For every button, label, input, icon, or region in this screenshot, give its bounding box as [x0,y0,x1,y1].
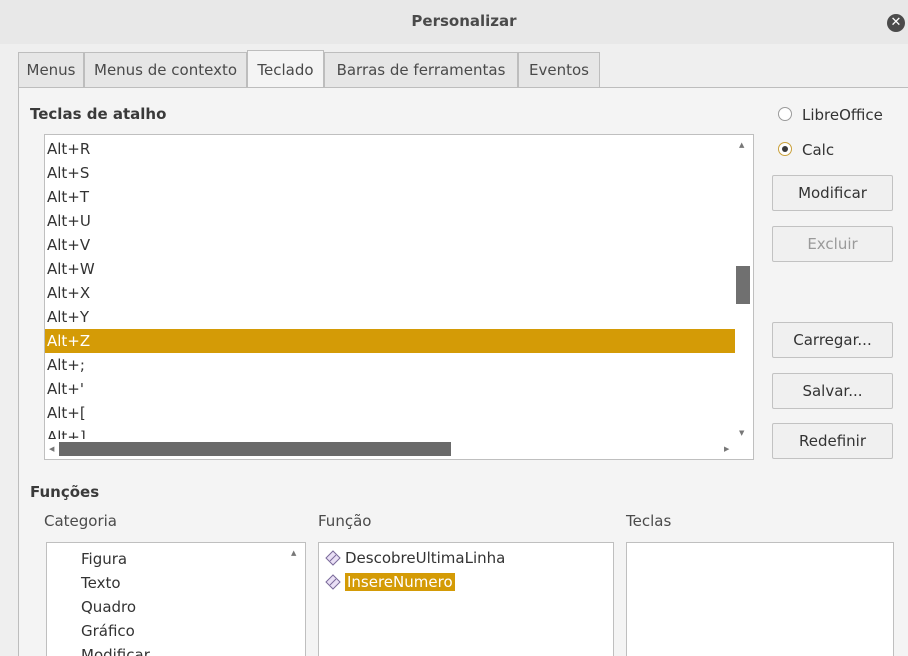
category-label: Categoria [44,512,118,530]
list-item[interactable]: Alt+; [45,353,737,377]
radio-label: LibreOffice [802,106,883,124]
title-bar: Personalizar ✕ [0,0,908,44]
category-list-vscrollbar[interactable]: ▲ [287,543,303,656]
category-list[interactable]: Figura Texto Quadro Gráfico Modificar ▲ [46,542,306,656]
function-name: InsereNumero [345,573,455,591]
scroll-thumb[interactable] [736,266,750,304]
list-item[interactable]: Alt+Y [45,305,737,329]
function-label: Função [318,512,372,530]
delete-button[interactable]: Excluir [772,226,893,262]
modify-button[interactable]: Modificar [772,175,893,211]
list-item[interactable]: DescobreUltimaLinha [323,546,505,570]
list-item-selected[interactable]: Alt+Z [45,329,735,353]
list-item[interactable]: Alt+U [45,209,737,233]
tab-menus[interactable]: Menus [18,52,84,87]
shortcut-list-vscrollbar[interactable]: ▲ ▼ [735,135,751,441]
shortcut-keys-title: Teclas de atalho [30,105,167,123]
list-item-selected[interactable]: InsereNumero [323,570,455,594]
list-item[interactable]: Alt+V [45,233,737,257]
window-title: Personalizar [411,12,517,30]
scroll-left-icon[interactable]: ◀ [49,445,54,453]
shortcut-list[interactable]: Alt+R Alt+S Alt+T Alt+U Alt+V Alt+W Alt+… [44,134,754,460]
scroll-up-icon[interactable]: ▲ [739,141,744,149]
list-item[interactable]: Texto [79,571,121,595]
scroll-down-icon[interactable]: ▼ [739,429,744,437]
list-item[interactable]: Alt+X [45,281,737,305]
scroll-right-icon[interactable]: ▶ [724,445,729,453]
list-item[interactable]: Alt+[ [45,401,737,425]
list-item[interactable]: Alt+S [45,161,737,185]
keys-list[interactable] [626,542,894,656]
tab-events[interactable]: Eventos [518,52,600,87]
tab-context-menus[interactable]: Menus de contexto [84,52,247,87]
macro-icon [325,550,341,566]
function-name: DescobreUltimaLinha [345,549,506,567]
macro-icon [325,574,341,590]
functions-title: Funções [30,483,100,501]
list-item[interactable]: Alt+' [45,377,737,401]
reset-button[interactable]: Redefinir [772,423,893,459]
scroll-up-icon[interactable]: ▲ [291,549,296,557]
list-item[interactable]: Modificar [79,643,150,656]
list-item[interactable]: Alt+W [45,257,737,281]
list-item[interactable]: Quadro [79,595,136,619]
list-item[interactable]: Alt+T [45,185,737,209]
list-item[interactable]: Gráfico [79,619,135,643]
radio-button[interactable] [778,107,792,121]
list-item[interactable]: Alt+] [45,425,737,439]
radio-label: Calc [802,141,835,159]
close-icon[interactable]: ✕ [887,14,905,32]
shortcut-list-hscrollbar[interactable]: ◀ ▶ [45,441,735,457]
function-list[interactable]: DescobreUltimaLinha InsereNumero [318,542,614,656]
radio-button-checked[interactable] [778,142,792,156]
list-item[interactable]: Figura [79,547,127,571]
keys-label: Teclas [626,512,672,530]
list-item[interactable]: Alt+R [45,137,737,161]
tab-keyboard[interactable]: Teclado [247,50,324,87]
save-button[interactable]: Salvar... [772,373,893,409]
scroll-thumb[interactable] [59,442,451,456]
load-button[interactable]: Carregar... [772,322,893,358]
tab-toolbars[interactable]: Barras de ferramentas [324,52,518,87]
